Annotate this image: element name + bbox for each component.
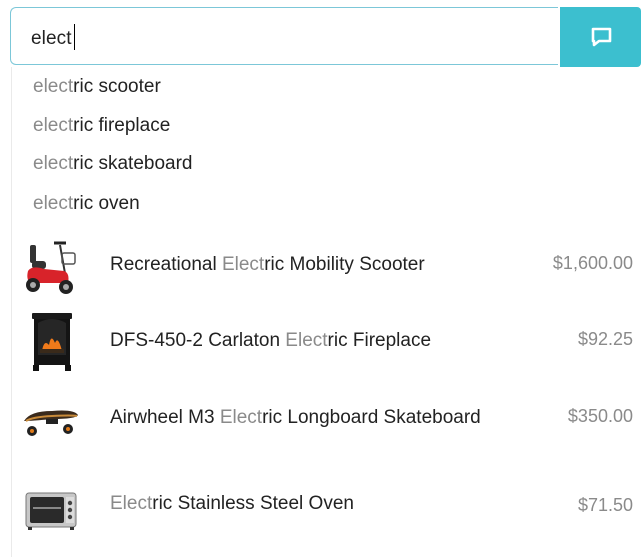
product-result[interactable]: DFS-450-2 Carlaton Electric Fireplace $9… — [12, 307, 641, 377]
suggestion-rest: ric fireplace — [73, 115, 171, 136]
product-result[interactable]: Recreational Electric Mobility Scooter $… — [12, 231, 641, 301]
suggestion-match: elect — [33, 115, 74, 136]
product-name: Recreational Electric Mobility Scooter — [110, 254, 425, 275]
search-button[interactable] — [560, 7, 641, 67]
product-result[interactable]: Airwheel M3 Electric Longboard Skateboar… — [12, 385, 641, 455]
product-price: $1,600.00 — [552, 253, 633, 273]
toaster-oven-image — [25, 492, 77, 530]
product-name: DFS-450-2 Carlaton Electric Fireplace — [110, 330, 432, 351]
text-caret — [73, 24, 76, 50]
product-result[interactable]: Electric Stainless Steel Oven $71.50 — [12, 471, 641, 547]
suggestion-item[interactable]: electric fireplace — [33, 115, 170, 137]
suggestion-rest: ric oven — [73, 193, 140, 214]
chat-bubble-icon — [591, 27, 611, 47]
product-price: $92.25 — [577, 329, 633, 349]
product-price: $350.00 — [567, 406, 633, 426]
suggestion-item[interactable]: electric skateboard — [33, 153, 192, 175]
electric-fireplace-image — [32, 313, 72, 371]
suggestion-match: elect — [33, 153, 74, 174]
search-input[interactable]: elect — [10, 7, 558, 65]
suggestion-rest: ric skateboard — [73, 153, 193, 174]
suggestion-item[interactable]: electric scooter — [33, 76, 161, 98]
product-price: $71.50 — [577, 495, 633, 515]
suggestion-match: elect — [33, 76, 74, 97]
suggestion-item[interactable]: electric oven — [33, 193, 140, 215]
autocomplete-dropdown: electric scooter electric fireplace elec… — [11, 67, 641, 557]
mobility-scooter-image — [26, 241, 76, 294]
suggestion-match: elect — [33, 193, 74, 214]
product-name: Electric Stainless Steel Oven — [110, 493, 354, 514]
suggestion-rest: ric scooter — [73, 76, 161, 97]
search-input-text: elect — [31, 24, 76, 50]
product-name: Airwheel M3 Electric Longboard Skateboar… — [110, 407, 481, 428]
search-bar: elect — [10, 7, 641, 67]
electric-skateboard-image — [24, 410, 78, 436]
